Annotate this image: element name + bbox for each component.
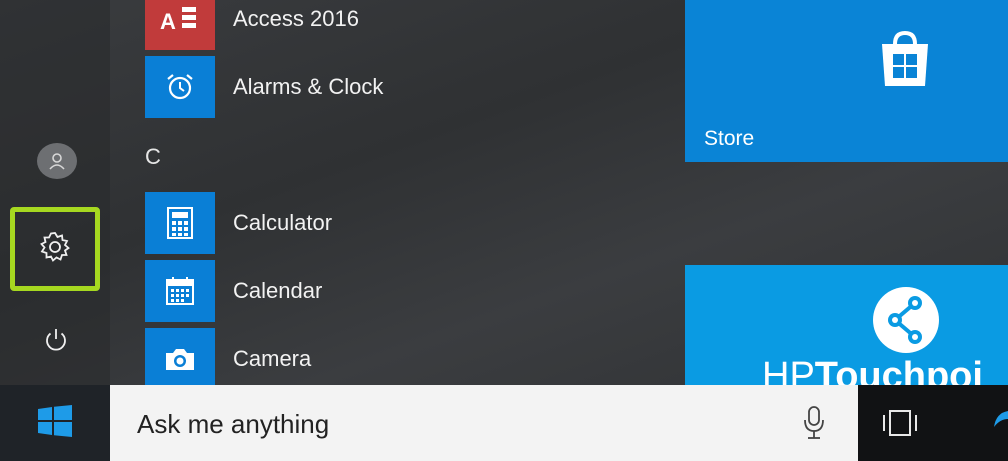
power-icon <box>42 326 70 359</box>
app-list: A Access 2016 Alarms & Clock C Calculato… <box>110 0 685 390</box>
app-alarms-clock[interactable]: Alarms & Clock <box>145 56 383 118</box>
windows-logo-icon <box>38 404 72 442</box>
app-camera[interactable]: Camera <box>145 328 311 390</box>
calculator-icon <box>145 192 215 254</box>
access-icon: A <box>145 0 215 50</box>
app-access-2016[interactable]: A Access 2016 <box>145 0 359 50</box>
microphone-icon[interactable] <box>802 405 826 446</box>
store-tile-label: Store <box>704 127 755 150</box>
svg-text:A: A <box>160 9 176 34</box>
store-tile[interactable]: Store <box>685 0 1008 162</box>
app-label: Camera <box>233 346 312 371</box>
section-letter-header[interactable]: C <box>145 144 161 170</box>
hp-touchpoint-tile[interactable]: HPTouchpoi <box>685 265 1008 385</box>
power-button[interactable] <box>36 322 76 362</box>
hp-touchpoint-logo-icon <box>871 285 941 355</box>
alarm-clock-icon <box>145 56 215 118</box>
hp-wordmark-bold: Touchpoi <box>814 355 983 385</box>
app-label: Calendar <box>233 278 323 303</box>
search-placeholder: Ask me anything <box>137 409 330 439</box>
calendar-icon <box>145 260 215 322</box>
start-button[interactable] <box>0 385 110 461</box>
start-menu-rail <box>0 0 110 385</box>
hp-touchpoint-wordmark: HPTouchpoi <box>762 355 983 385</box>
app-calendar[interactable]: Calendar <box>145 260 322 322</box>
task-view-icon[interactable] <box>880 407 920 444</box>
search-box[interactable]: Ask me anything <box>110 385 858 461</box>
edge-browser-icon[interactable] <box>990 403 1008 443</box>
taskbar: Ask me anything <box>0 385 1008 461</box>
settings-button[interactable] <box>10 207 100 291</box>
app-label: Calculator <box>233 210 333 235</box>
app-label: Access 2016 <box>233 6 359 31</box>
camera-icon <box>145 328 215 390</box>
app-label: Alarms & Clock <box>233 74 384 99</box>
start-menu-screen: A Access 2016 Alarms & Clock C Calculato… <box>0 0 1008 461</box>
user-avatar-icon[interactable] <box>37 143 77 179</box>
app-calculator[interactable]: Calculator <box>145 192 332 254</box>
gear-icon <box>38 230 72 269</box>
store-bag-icon <box>875 30 935 93</box>
hp-wordmark-light: HP <box>762 355 815 385</box>
